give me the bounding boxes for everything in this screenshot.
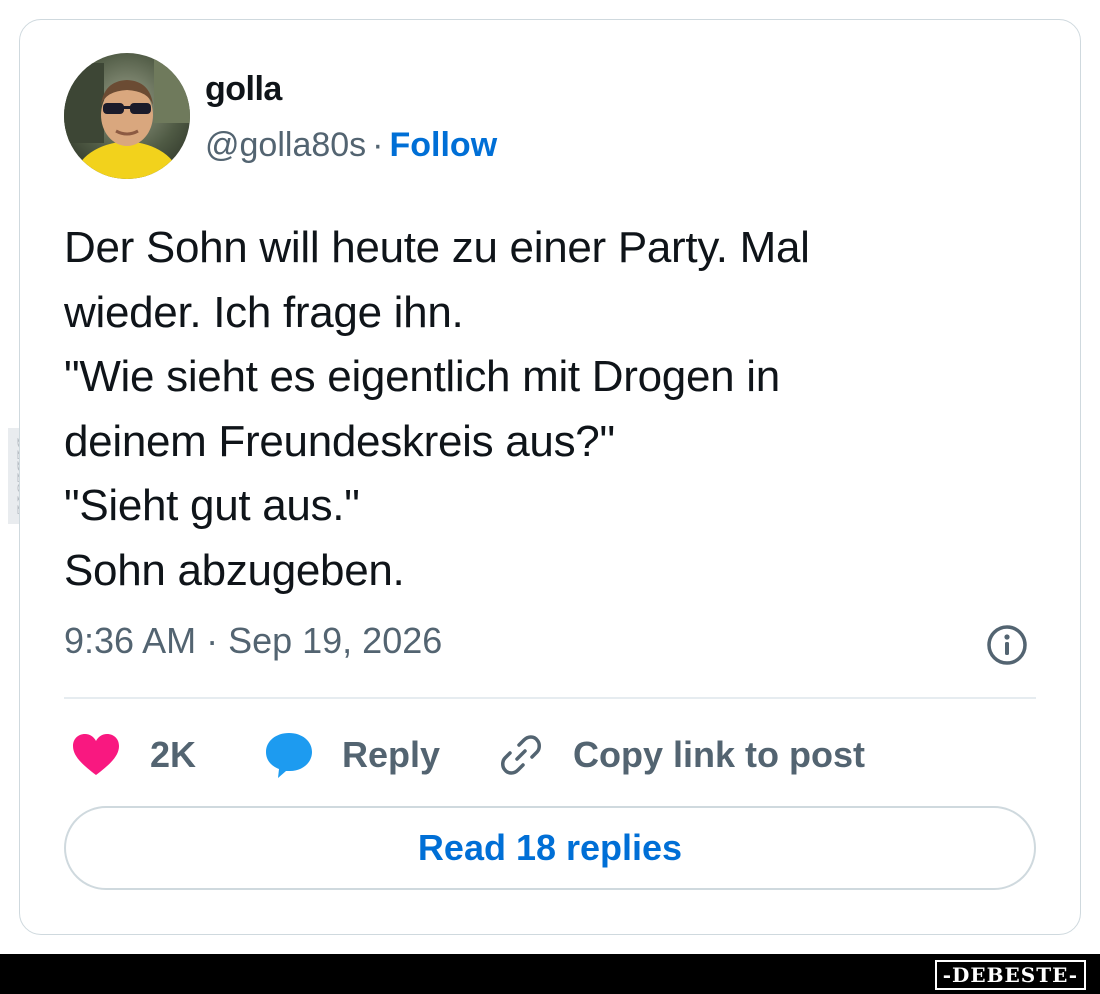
- author-name[interactable]: golla: [205, 70, 282, 109]
- copy-link-button[interactable]: Copy link to post: [497, 720, 865, 790]
- tweet-line: Sohn abzugeben.: [64, 545, 405, 595]
- reply-label: Reply: [342, 734, 441, 775]
- read-replies-button[interactable]: Read 18 replies: [64, 806, 1036, 890]
- separator-dot: ·: [372, 126, 384, 164]
- tweet-line: deinem Freundeskreis aus?": [64, 416, 615, 466]
- like-count: 2K: [150, 734, 197, 775]
- tweet-card: golla @golla80s · Follow Der Sohn will heu…: [19, 19, 1081, 935]
- tweet-line: "Wie sieht es eigentlich mit Drogen in: [64, 352, 780, 401]
- follow-button[interactable]: Follow: [390, 126, 498, 164]
- watermark-logo: -DEBESTE-: [934, 960, 1086, 990]
- tweet-timestamp[interactable]: 9:36 AM · Sep 19, 2026: [64, 620, 442, 662]
- copy-link-label: Copy link to post: [573, 734, 865, 775]
- tweet-line: wieder. Ich frage ihn.: [64, 287, 464, 337]
- action-bar: 2K Reply Copy link to post: [64, 720, 1044, 790]
- like-button[interactable]: 2K: [72, 720, 196, 790]
- avatar-image: [64, 53, 190, 179]
- handle-row: @golla80s · Follow: [205, 126, 497, 165]
- heart-icon: [73, 734, 119, 775]
- divider: [64, 697, 1036, 699]
- reply-button[interactable]: Reply: [264, 720, 440, 790]
- tweet-line: Der Sohn will heute zu einer Party. Mal: [64, 223, 810, 272]
- speech-bubble-icon: [266, 733, 312, 778]
- info-icon[interactable]: [986, 624, 1028, 666]
- author-handle[interactable]: @golla80s: [205, 126, 366, 164]
- avatar[interactable]: [64, 53, 190, 179]
- bottom-watermark-bar: -DEBESTE-: [0, 954, 1100, 994]
- link-icon: [501, 735, 541, 775]
- tweet-line: "Sieht gut aus.": [64, 481, 360, 530]
- tweet-text: Der Sohn will heute zu einer Party. Mal …: [64, 216, 1024, 603]
